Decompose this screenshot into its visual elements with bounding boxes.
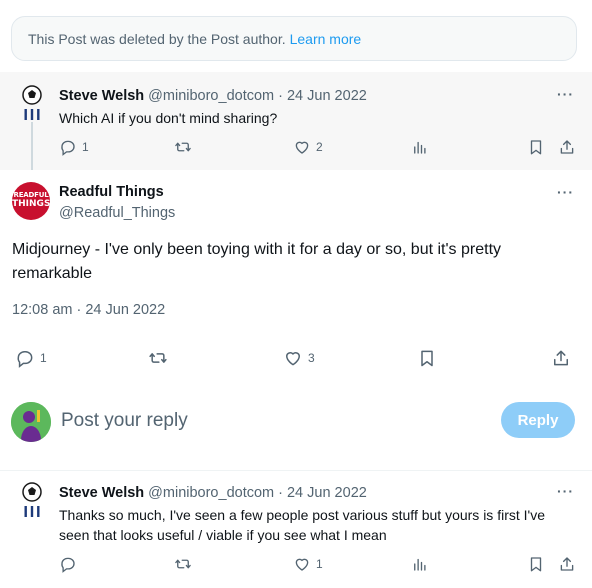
- reply-icon: [61, 140, 75, 156]
- more-options-icon[interactable]: ···: [557, 483, 574, 499]
- reply-submit-button[interactable]: Reply: [501, 402, 575, 438]
- share-button[interactable]: [558, 555, 576, 573]
- share-icon: [560, 140, 574, 154]
- reply-count: 1: [82, 140, 89, 154]
- repost-button[interactable]: [148, 348, 168, 368]
- deleted-post-notice: This Post was deleted by the Post author…: [11, 16, 577, 61]
- avatar[interactable]: [19, 85, 45, 123]
- like-button[interactable]: 3: [283, 348, 315, 368]
- avatar-logo-text: THINGS: [12, 199, 50, 209]
- post-header: Steve Welsh @miniboro_dotcom · 24 Jun 202…: [59, 88, 367, 104]
- learn-more-link[interactable]: Learn more: [290, 31, 362, 47]
- post-header: Steve Welsh @miniboro_dotcom · 24 Jun 202…: [59, 485, 367, 501]
- analytics-button[interactable]: [411, 555, 429, 573]
- avatar[interactable]: READFUL THINGS: [12, 182, 50, 220]
- heart-icon: [295, 141, 309, 154]
- share-button[interactable]: [551, 348, 571, 368]
- reply-icon: [61, 557, 75, 573]
- reply-post[interactable]: Steve Welsh @miniboro_dotcom · 24 Jun 202…: [0, 72, 592, 170]
- display-name[interactable]: Steve Welsh: [59, 88, 144, 104]
- like-button[interactable]: 1: [293, 555, 323, 573]
- post-text: Thanks so much, I've seen a few people p…: [59, 507, 545, 543]
- post-text: Which AI if you don't mind sharing?: [59, 110, 278, 126]
- like-count: 3: [308, 351, 315, 365]
- reply-button[interactable]: 1: [59, 138, 89, 156]
- reply-button[interactable]: 1: [15, 348, 47, 368]
- heart-icon: [286, 352, 300, 366]
- bookmark-icon: [530, 140, 542, 155]
- repost-icon: [175, 142, 191, 152]
- focused-post: READFUL THINGS Readful Things @Readful_T…: [0, 170, 592, 380]
- avatar[interactable]: [19, 482, 45, 520]
- repost-button[interactable]: [174, 555, 192, 573]
- like-count: 2: [316, 140, 323, 154]
- repost-icon: [149, 353, 167, 363]
- more-options-icon[interactable]: ···: [557, 184, 574, 200]
- reply-button[interactable]: [59, 555, 77, 573]
- analytics-button[interactable]: [411, 138, 429, 156]
- share-button[interactable]: [558, 138, 576, 156]
- action-bar: 1 3: [0, 348, 592, 372]
- heart-icon: [295, 558, 309, 571]
- reply-input[interactable]: Post your reply: [61, 410, 188, 432]
- bookmark-button[interactable]: [417, 348, 437, 368]
- reply-count: 1: [40, 351, 47, 365]
- bookmark-button[interactable]: [527, 138, 545, 156]
- bookmark-icon: [530, 557, 542, 572]
- user-avatar[interactable]: [11, 402, 51, 442]
- deleted-post-text: This Post was deleted by the Post author…: [28, 30, 286, 47]
- display-name[interactable]: Readful Things: [59, 184, 164, 200]
- bookmark-button[interactable]: [527, 555, 545, 573]
- reply-icon: [17, 351, 33, 368]
- more-options-icon[interactable]: ···: [557, 86, 574, 102]
- analytics-icon: [414, 558, 426, 571]
- handle-and-date[interactable]: @miniboro_dotcom · 24 Jun 2022: [148, 88, 367, 104]
- handle[interactable]: @Readful_Things: [59, 205, 175, 221]
- action-bar: 1 2: [0, 138, 592, 162]
- reply-composer: Post your reply Reply: [0, 380, 592, 470]
- reply-post[interactable]: Steve Welsh @miniboro_dotcom · 24 Jun 202…: [0, 470, 592, 588]
- like-button[interactable]: 2: [293, 138, 323, 156]
- action-bar: 1: [0, 555, 592, 579]
- share-icon: [560, 557, 574, 571]
- repost-button[interactable]: [174, 138, 192, 156]
- post-text: Midjourney - I've only been toying with …: [12, 241, 502, 282]
- avatar-logo-text: READFUL: [13, 191, 49, 199]
- share-icon: [554, 350, 568, 366]
- repost-icon: [175, 559, 191, 569]
- like-count: 1: [316, 557, 323, 571]
- handle-and-date[interactable]: @miniboro_dotcom · 24 Jun 2022: [148, 485, 367, 501]
- display-name[interactable]: Steve Welsh: [59, 485, 144, 501]
- post-timestamp[interactable]: 12:08 am · 24 Jun 2022: [12, 302, 165, 318]
- analytics-icon: [414, 141, 426, 154]
- bookmark-icon: [421, 350, 433, 367]
